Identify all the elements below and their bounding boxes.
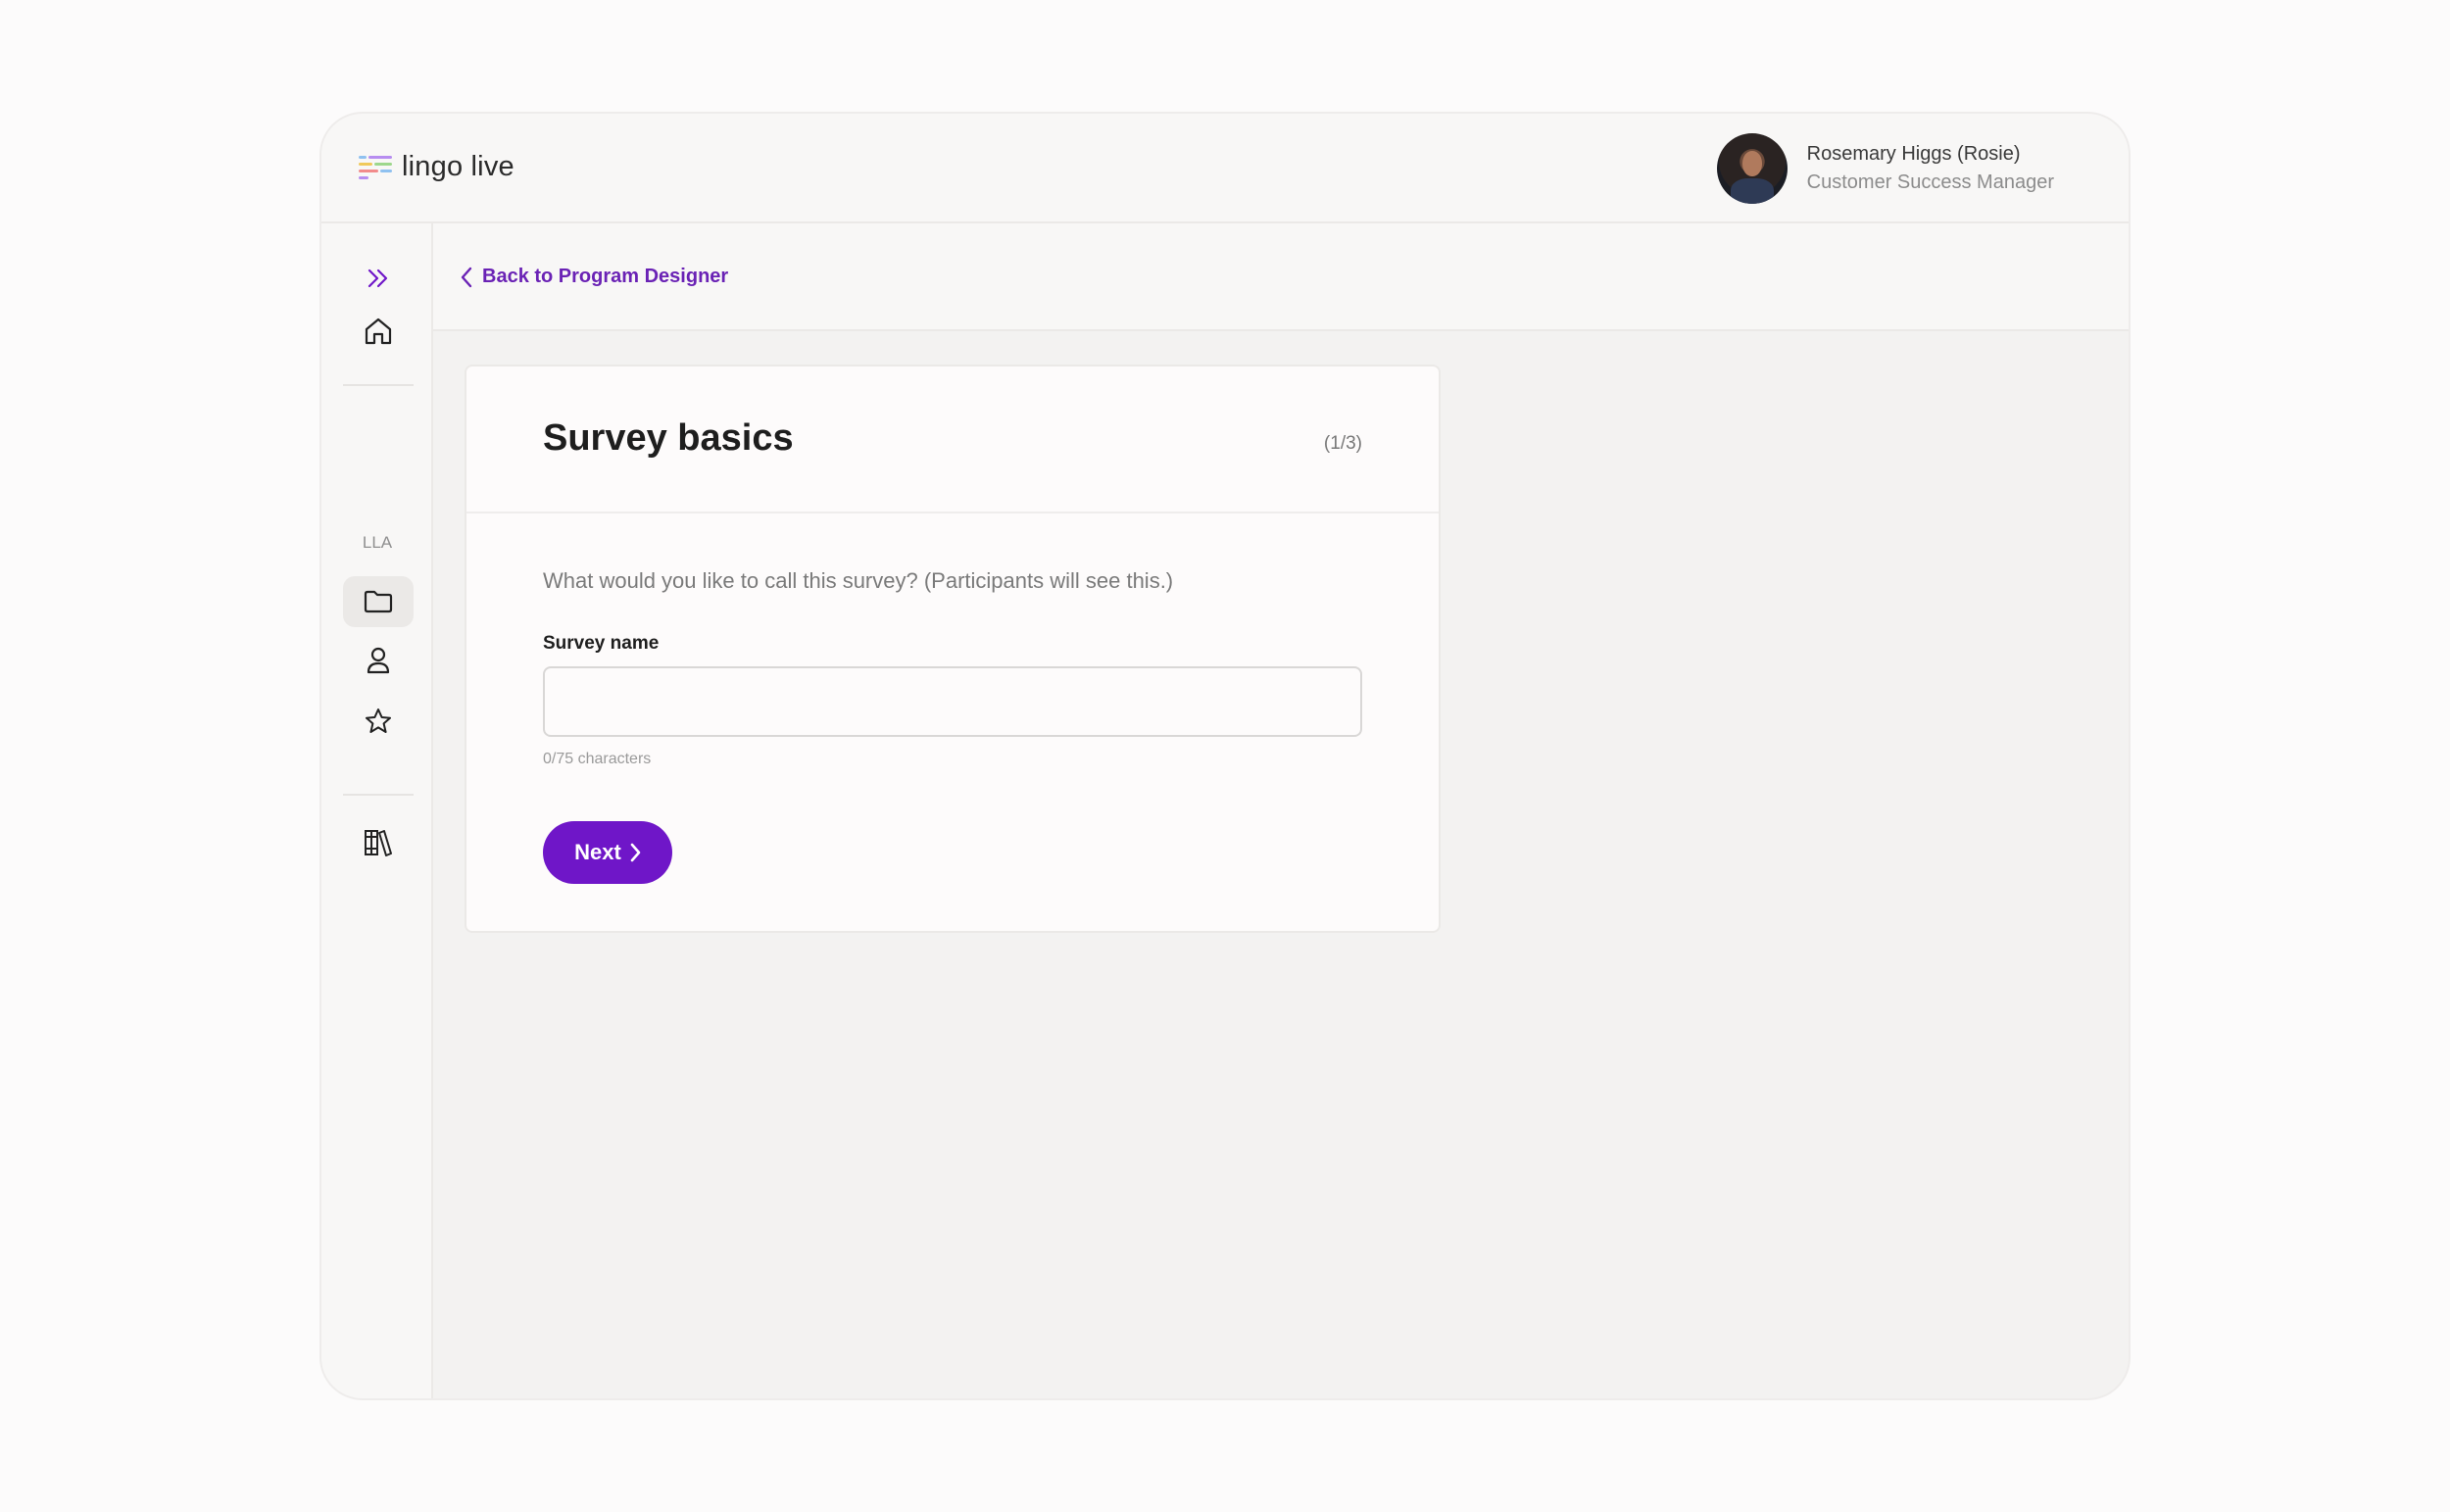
back-link-label: Back to Program Designer [482,266,729,287]
sidebar: LLA [321,223,433,1398]
library-icon [365,830,392,856]
chevron-left-icon [461,267,472,287]
card-header: Survey basics (1/3) [466,366,1439,513]
survey-basics-card: Survey basics (1/3) What would you like … [465,365,1441,933]
top-bar: lingo live Rosemary Higgs (Rosie) Custom… [321,114,2129,223]
sidebar-item-home[interactable] [343,306,414,357]
character-count: 0/75 characters [543,751,652,767]
expand-sidebar-button[interactable] [343,253,414,304]
avatar [1716,133,1788,204]
home-icon [365,317,392,345]
user-profile[interactable]: Rosemary Higgs (Rosie) Customer Success … [1716,133,2054,204]
survey-name-input[interactable] [543,666,1362,737]
app-window: lingo live Rosemary Higgs (Rosie) Custom… [319,112,2131,1400]
sub-header: Back to Program Designer [433,223,2129,331]
logo-mark-icon [359,155,392,179]
star-icon [366,708,391,733]
sidebar-item-library[interactable] [343,817,414,868]
next-button[interactable]: Next [543,821,672,884]
sidebar-divider [343,384,414,386]
survey-name-label: Survey name [543,633,660,654]
user-role: Customer Success Manager [1806,171,2054,193]
back-to-program-designer-link[interactable]: Back to Program Designer [461,266,728,288]
sidebar-divider [343,794,414,796]
sidebar-item-favorites[interactable] [343,696,414,747]
expand-icon [368,268,388,288]
app-name: lingo live [402,151,514,182]
survey-name-question: What would you like to call this survey?… [543,568,1174,593]
sidebar-item-people[interactable] [343,635,414,686]
app-logo[interactable]: lingo live [359,151,514,183]
next-button-label: Next [574,840,621,864]
sidebar-item-programs[interactable] [343,576,414,627]
chevron-right-icon [630,843,641,862]
person-icon [367,647,390,674]
sidebar-section-label: LLA [362,533,393,552]
step-indicator: (1/3) [1323,433,1362,454]
user-name: Rosemary Higgs (Rosie) [1806,143,2021,165]
page-title: Survey basics [543,417,794,459]
folder-icon [364,590,393,613]
